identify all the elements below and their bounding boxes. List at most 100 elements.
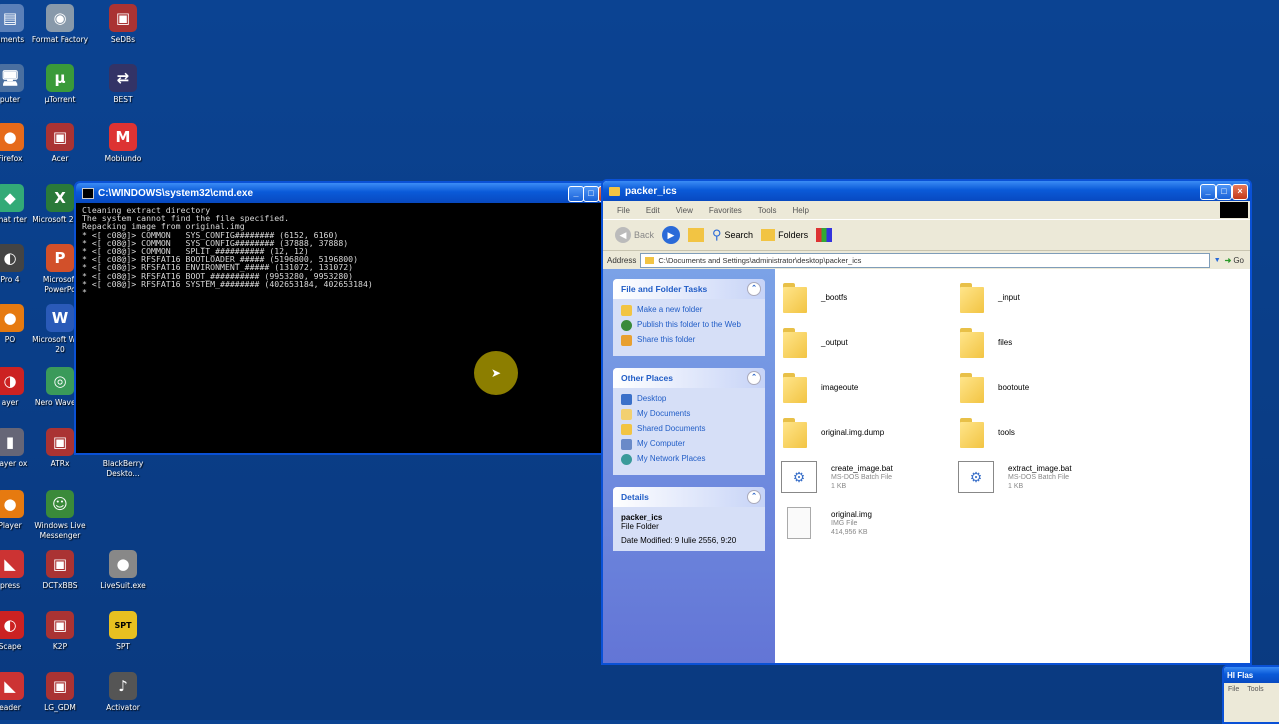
desktop-icon-29[interactable]: ▣ LG_GDM [30, 672, 90, 713]
desktop-icon-5[interactable]: ⇄ BEST [93, 64, 153, 105]
file-name: create_image.bat [831, 463, 893, 473]
desktop-icon-label: µTorrent [44, 95, 76, 104]
file-name: files [998, 337, 1013, 347]
explorer-window[interactable]: packer_ics _ □ × File Edit View Favorite… [601, 179, 1252, 665]
file-name: imageoute [821, 382, 859, 392]
place-my-documents-label: My Documents [637, 409, 691, 418]
minimize-button[interactable]: _ [568, 186, 584, 202]
place-shared-documents[interactable]: Shared Documents [621, 424, 757, 435]
desktop-app-icon: µ [46, 64, 74, 92]
console-output[interactable]: Cleaning extract directory The system ca… [76, 203, 616, 299]
file-item[interactable]: imageoute [781, 371, 951, 403]
go-arrow-icon[interactable]: ➜ [1225, 256, 1232, 265]
file-folder-tasks-header[interactable]: File and Folder Tasks ⌃ [613, 279, 765, 299]
new-folder-icon [621, 305, 632, 316]
publish-web-icon [621, 320, 632, 331]
desktop-icon-27[interactable]: SPT SPT [93, 611, 153, 652]
flash-menu-tools[interactable]: Tools [1247, 686, 1263, 693]
search-button[interactable]: ⚲ Search [712, 227, 753, 243]
folders-label: Folders [778, 230, 809, 240]
file-item[interactable]: original.img IMG File 414,956 KB [781, 507, 951, 539]
explorer-close-button[interactable]: × [1232, 184, 1248, 200]
desktop-icon-2[interactable]: ▣ SeDBs [93, 4, 153, 45]
file-item[interactable]: tools [958, 416, 1128, 448]
explorer-titlebar[interactable]: packer_ics _ □ × [603, 181, 1250, 201]
desktop-app-icon: ⇄ [109, 64, 137, 92]
cmd-titlebar[interactable]: C:\WINDOWS\system32\cmd.exe _ □ × [76, 183, 616, 203]
place-my-documents[interactable]: My Documents [621, 409, 757, 420]
menu-bar: File Edit View Favorites Tools Help [603, 201, 1250, 219]
desktop-icon-24[interactable]: ● LiveSuit.exe [93, 550, 153, 591]
folder-icon [958, 371, 984, 403]
file-item[interactable]: ⚙ create_image.bat MS-DOS Batch File 1 KB [781, 461, 951, 493]
file-item[interactable]: _output [781, 326, 951, 358]
desktop-icon-label: SeDBs [110, 35, 136, 44]
desktop-icon-label: ATRx [50, 459, 70, 468]
menu-favorites[interactable]: Favorites [709, 206, 742, 215]
address-input[interactable]: C:\Documents and Settings\administrator\… [640, 252, 1210, 268]
address-dropdown-icon[interactable]: ▼ [1214, 257, 1221, 264]
file-text: files [998, 338, 1012, 347]
folder-icon [781, 326, 807, 358]
file-item[interactable]: _bootfs [781, 281, 951, 313]
desktop-app-icon: P [46, 244, 74, 272]
desktop-app-icon: ▣ [46, 611, 74, 639]
file-item[interactable]: original.img.dump [781, 416, 951, 448]
file-item[interactable]: ⚙ extract_image.bat MS-DOS Batch File 1 KB [958, 461, 1128, 493]
menu-edit[interactable]: Edit [646, 206, 660, 215]
desktop-icon-21[interactable]: ☺ Windows Live Messenger [30, 490, 90, 541]
task-new-folder[interactable]: Make a new folder [621, 305, 757, 316]
file-type: IMG File [831, 519, 858, 527]
forward-arrow-icon[interactable]: ▶ [662, 226, 681, 244]
flash-tool-window[interactable]: HI Flas File Tools [1222, 665, 1279, 724]
desktop-icon-4[interactable]: µ µTorrent [30, 64, 90, 105]
collapse-chevron-icon[interactable]: ⌃ [747, 490, 761, 504]
desktop-icon-30[interactable]: ♪ Activator [93, 672, 153, 713]
desktop-app-icon: ◑ [0, 367, 24, 395]
desktop-app-icon: ● [0, 123, 24, 151]
file-item[interactable]: files [958, 326, 1128, 358]
desktop-icon-23[interactable]: ▣ DCTxBBS [30, 550, 90, 591]
desktop-icon-1[interactable]: ◉ Format Factory [30, 4, 90, 45]
cmd-window[interactable]: C:\WINDOWS\system32\cmd.exe _ □ × Cleani… [74, 181, 618, 455]
back-button[interactable]: ◀ Back [615, 227, 654, 243]
desktop-icon-label: Windows Live Messenger [34, 521, 86, 540]
desktop-icon-8[interactable]: M Mobiundo [93, 123, 153, 164]
maximize-button[interactable]: □ [583, 186, 599, 202]
desktop-icon-label: BEST [113, 95, 133, 104]
file-text: extract_image.bat MS-DOS Batch File 1 KB [1008, 464, 1072, 491]
my-network-places-icon [621, 454, 632, 465]
task-publish-label: Publish this folder to the Web [637, 320, 741, 329]
collapse-chevron-icon[interactable]: ⌃ [747, 371, 761, 385]
views-icon[interactable] [816, 228, 833, 242]
file-item[interactable]: _input [958, 281, 1128, 313]
explorer-minimize-button[interactable]: _ [1200, 184, 1216, 200]
flash-menu-file[interactable]: File [1228, 686, 1239, 693]
menu-view[interactable]: View [676, 206, 693, 215]
place-my-computer[interactable]: My Computer [621, 439, 757, 450]
task-publish[interactable]: Publish this folder to the Web [621, 320, 757, 331]
place-my-network[interactable]: My Network Places [621, 454, 757, 465]
folder-icon [781, 416, 807, 448]
folders-button[interactable]: Folders [761, 229, 808, 241]
collapse-chevron-icon[interactable]: ⌃ [747, 282, 761, 296]
menu-file[interactable]: File [617, 206, 630, 215]
desktop-icon-7[interactable]: ▣ Acer [30, 123, 90, 164]
file-type: MS-DOS Batch File [831, 473, 893, 481]
details-header[interactable]: Details ⌃ [613, 487, 765, 507]
other-places-header[interactable]: Other Places ⌃ [613, 368, 765, 388]
flash-tool-titlebar[interactable]: HI Flas [1224, 667, 1279, 683]
menu-tools[interactable]: Tools [758, 206, 777, 215]
place-desktop[interactable]: Desktop [621, 394, 757, 405]
place-desktop-label: Desktop [637, 394, 667, 403]
folder-icon [781, 281, 807, 313]
go-button[interactable]: Go [1233, 256, 1244, 265]
task-share[interactable]: Share this folder [621, 335, 757, 346]
desktop-icon-label: K2P [52, 642, 68, 651]
address-folder-icon [645, 256, 655, 264]
file-item[interactable]: bootoute [958, 371, 1128, 403]
explorer-maximize-button[interactable]: □ [1216, 184, 1232, 200]
up-folder-icon[interactable] [688, 228, 705, 242]
menu-help[interactable]: Help [792, 206, 808, 215]
desktop-icon-26[interactable]: ▣ K2P [30, 611, 90, 652]
